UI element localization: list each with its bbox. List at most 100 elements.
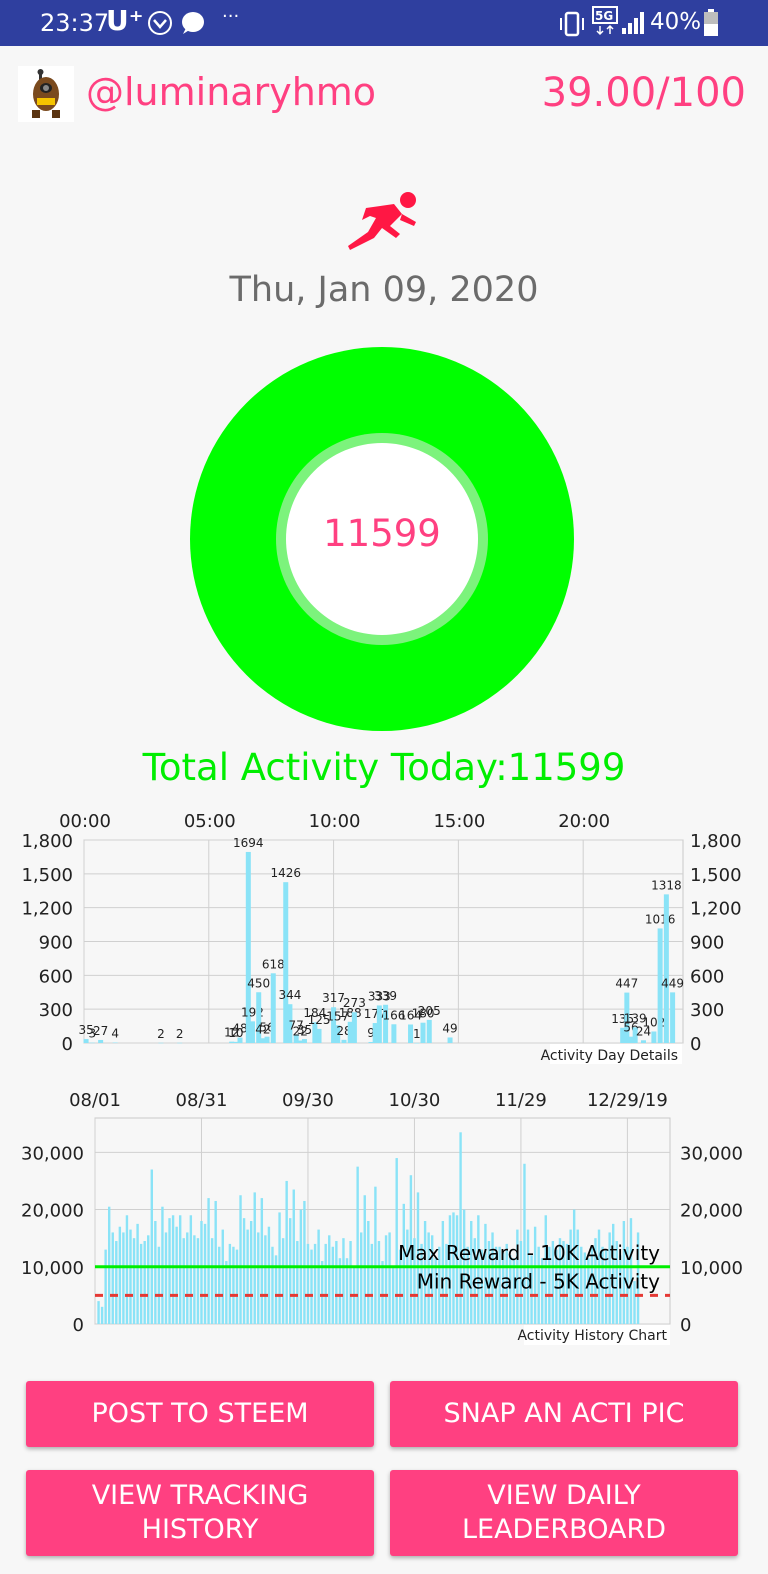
chart2-xtick: 10/30: [389, 1090, 441, 1111]
chart2-ytick-left: 0: [73, 1315, 84, 1336]
status-bar: 23:37 U⁺ ··· 5G 40%: [0, 0, 768, 46]
chart1-bar: [651, 1031, 657, 1043]
chart2-bar: [249, 1221, 253, 1324]
chart1-xtick: 00:00: [59, 811, 111, 832]
view-daily-leaderboard-button[interactable]: VIEW DAILY LEADERBOARD: [390, 1470, 738, 1556]
chart2-bar: [281, 1238, 285, 1324]
chart2-bar: [367, 1221, 370, 1324]
chart1-bar-label: 49: [442, 1021, 457, 1035]
chart1-xtick: 10:00: [309, 811, 361, 832]
min-reward-label: Min Reward - 5K Activity: [417, 1269, 660, 1293]
chat-bubble-icon: [178, 10, 206, 40]
chart2-bar: [310, 1249, 313, 1324]
chart1-bar: [376, 1005, 382, 1043]
chart2-bar: [271, 1246, 274, 1324]
chart2-bar: [356, 1166, 359, 1324]
view-tracking-history-button[interactable]: VIEW TRACKING HISTORY: [26, 1470, 374, 1556]
chart1-bar: [270, 973, 276, 1043]
chart1-bar: [158, 1042, 164, 1044]
chart2-bar: [104, 1249, 107, 1324]
username-link[interactable]: @luminaryhmo: [86, 70, 376, 114]
chart2-bar: [384, 1235, 388, 1324]
chart1-bar: [447, 1037, 453, 1043]
chart1-bar: [249, 1021, 255, 1043]
chart1-ytick-right: 600: [690, 966, 724, 987]
chart1-bar: [112, 1042, 118, 1044]
chart2-bar: [285, 1180, 288, 1324]
chart2-bar: [97, 1301, 100, 1324]
signal-icon: [620, 10, 646, 40]
chart1-bar-label: 1: [413, 1027, 421, 1041]
chart2-bar: [143, 1241, 146, 1324]
chart1-bar: [351, 1012, 357, 1043]
chart1-bar-label: 205: [418, 1004, 441, 1018]
chart2-xtick: 08/01: [69, 1090, 121, 1111]
chart2-bar: [267, 1226, 271, 1324]
chart2-bar: [303, 1200, 306, 1324]
chart2-bar: [139, 1243, 143, 1324]
carrier-label: U⁺: [106, 4, 144, 37]
chart2-bar: [221, 1229, 224, 1324]
chart1-bar-label: 273: [343, 996, 366, 1010]
chart2-bar: [136, 1223, 139, 1324]
chart1-bar: [391, 1024, 397, 1043]
chart1-bar-label: 4: [111, 1027, 119, 1041]
chart1-bar-label: 339: [374, 989, 397, 1003]
activity-day-chart: 0 0 300 300 600 600 900 900 1,200 1,200 1,500 1,500…: [0, 806, 768, 1068]
chart1-ytick-right: 0: [690, 1034, 701, 1055]
chart1-xtick: 15:00: [433, 811, 485, 832]
activity-history-chart: 0 0 10,000 10,000 20,000 20,000 30,000 30,000 08…: [0, 1084, 768, 1346]
more-notifications: ···: [222, 6, 240, 27]
chart1-ytick-left: 1,200: [21, 899, 73, 920]
chart2-bar: [342, 1238, 345, 1324]
view-tracking-history-label-line1: VIEW TRACKING: [91, 1480, 309, 1511]
chart1-ytick-left: 900: [39, 933, 73, 954]
chart1-bar-label: 449: [661, 976, 684, 990]
chart1-bar: [663, 894, 669, 1043]
chart2-bar: [189, 1215, 193, 1324]
chart2-bar: [125, 1215, 129, 1324]
chart2-bar: [203, 1223, 207, 1324]
avatar[interactable]: [18, 66, 74, 122]
chart2-bar: [164, 1232, 168, 1324]
chart2-bar: [132, 1238, 136, 1324]
chart2-bar: [260, 1198, 264, 1324]
chart2-bar: [246, 1229, 249, 1324]
chart2-bar: [388, 1232, 391, 1324]
chart1-bar-label: 48: [232, 1022, 247, 1036]
chart1-bar: [341, 1039, 347, 1043]
chart2-bar: [391, 1266, 395, 1324]
chart1-bar-label: 1318: [651, 878, 682, 892]
chart2-xtick: 11/29: [495, 1090, 547, 1111]
chart2-bar: [154, 1221, 157, 1324]
chart2-bar: [377, 1241, 381, 1324]
chart2-bar: [324, 1243, 327, 1324]
snap-acti-pic-button[interactable]: SNAP AN ACTI PIC: [390, 1381, 738, 1447]
chart2-xtick: 12/29/19: [587, 1090, 668, 1111]
chart1-bar: [670, 992, 676, 1043]
post-to-steem-button[interactable]: POST TO STEEM: [26, 1381, 374, 1447]
chart2-bar: [328, 1235, 331, 1324]
chart2-bar: [235, 1249, 239, 1324]
chart2-bar: [115, 1241, 118, 1324]
chart2-bar: [296, 1241, 299, 1324]
battery-percent: 40%: [650, 9, 702, 35]
chart2-bar: [306, 1243, 310, 1324]
vibrate-icon: [557, 10, 587, 42]
ring-value: 11599: [323, 512, 441, 555]
chart2-bar: [207, 1198, 210, 1324]
chart2-bar: [381, 1261, 384, 1324]
score-display: 39.00/100: [541, 70, 746, 116]
chart2-bar: [157, 1246, 161, 1324]
status-time: 23:37: [40, 9, 110, 37]
chart1-bar-label: 447: [615, 977, 638, 991]
chart2-ytick-left: 30,000: [21, 1143, 84, 1164]
chart1-bar: [420, 1022, 426, 1043]
chart1-ytick-right: 1,500: [690, 865, 742, 886]
chart1-ytick-left: 0: [62, 1034, 73, 1055]
chart2-bar: [374, 1186, 377, 1324]
chart2-bar: [349, 1241, 352, 1324]
chart2-bar: [193, 1235, 196, 1324]
chart1-ytick-left: 300: [39, 1000, 73, 1021]
chart2-bar: [200, 1221, 203, 1324]
